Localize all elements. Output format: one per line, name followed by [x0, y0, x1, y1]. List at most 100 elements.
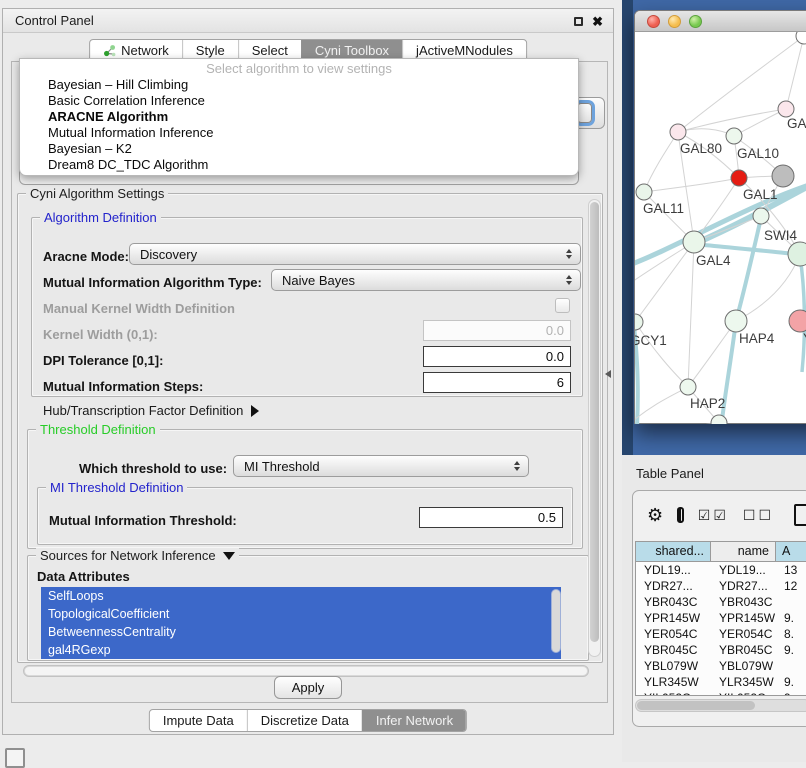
table-cell: 13: [776, 562, 806, 578]
close-icon[interactable]: ✖: [592, 15, 603, 28]
table-column-header[interactable]: A: [776, 542, 806, 561]
hub-tf-definition-expander[interactable]: Hub/Transcription Factor Definition: [43, 403, 259, 418]
mi-steps-field[interactable]: 6: [423, 372, 571, 393]
node-label: GAL80: [680, 141, 722, 156]
float-window-icon[interactable]: [574, 17, 583, 26]
attribute-list-scrollbar[interactable]: [551, 589, 561, 653]
data-attributes-list[interactable]: SelfLoopsTopologicalCoefficientBetweenne…: [41, 587, 561, 659]
node-label: GAL1: [743, 187, 778, 202]
network-node-gal1[interactable]: [731, 170, 747, 186]
aracne-mode-value: Discovery: [140, 247, 197, 262]
mi-threshold-definition-title: MI Threshold Definition: [46, 480, 187, 495]
table-cell: [776, 658, 806, 674]
deselect-all-checkboxes-icon[interactable]: ☐☐: [743, 508, 774, 522]
table-cell: YLR345W: [636, 674, 711, 690]
network-node-gal4[interactable]: [683, 231, 705, 253]
mi-type-combobox[interactable]: Naive Bayes: [271, 269, 581, 291]
network-node-gcy1[interactable]: [635, 314, 643, 330]
scrollbar-thumb[interactable]: [25, 667, 587, 675]
column-layout-icon[interactable]: [677, 507, 684, 523]
table-panel-window: ⚙ ☑☑ ☐☐ shared...nameA YDL19...YDL19...1…: [632, 490, 806, 727]
table-row[interactable]: YIL052CYIL052C9: [636, 690, 806, 696]
hub-tf-definition-label: Hub/Transcription Factor Definition: [43, 403, 243, 418]
dropdown-item[interactable]: Mutual Information Inference: [20, 125, 578, 141]
table-cell: YBL079W: [636, 658, 711, 674]
mac-close-icon[interactable]: [647, 15, 660, 28]
panel-divider-collapse-icon[interactable]: [605, 370, 611, 378]
tab-infer-network[interactable]: Infer Network: [362, 710, 466, 731]
select-all-checkboxes-icon[interactable]: ☑☑: [698, 508, 729, 522]
attribute-list-item-selected[interactable]: SelfLoops: [41, 587, 561, 605]
tab-label: Network: [121, 43, 169, 58]
dropdown-item[interactable]: ARACNE Algorithm: [20, 109, 578, 125]
network-node-hap2[interactable]: [680, 379, 696, 395]
tab-label: Cyni Toolbox: [315, 43, 389, 58]
table-cell: YPR145W: [636, 610, 711, 626]
network-node-y[interactable]: [789, 310, 806, 332]
settings-gear-icon[interactable]: ⚙: [647, 506, 663, 524]
table-cell: YBL079W: [711, 658, 776, 674]
table-horizontal-scrollbar[interactable]: [635, 699, 806, 712]
node-table[interactable]: shared...nameA YDL19...YDL19...13YDR27..…: [635, 541, 806, 696]
dropdown-item[interactable]: Basic Correlation Inference: [20, 93, 578, 109]
mac-minimize-icon[interactable]: [668, 15, 681, 28]
network-node[interactable]: [772, 165, 794, 187]
tab-discretize-data[interactable]: Discretize Data: [247, 710, 362, 731]
network-node-gal80[interactable]: [670, 124, 686, 140]
table-row[interactable]: YBR043CYBR043C: [636, 594, 806, 610]
table-row[interactable]: YBL079WYBL079W: [636, 658, 806, 674]
network-canvas[interactable]: GALGAL80GAL10GAL1GAL11SWI4GAL4GCY1HAP4YH…: [635, 32, 806, 424]
apply-button[interactable]: Apply: [274, 676, 342, 699]
table-cell: YBR045C: [636, 642, 711, 658]
table-column-header[interactable]: shared...: [636, 542, 711, 561]
network-node-gal11[interactable]: [636, 184, 652, 200]
mi-threshold-field[interactable]: 0.5: [419, 507, 563, 528]
table-row[interactable]: YDR27...YDR27...12: [636, 578, 806, 594]
desktop-shade: [622, 0, 633, 455]
kernel-width-field[interactable]: 0.0: [423, 320, 571, 341]
which-threshold-combobox[interactable]: MI Threshold: [233, 455, 529, 477]
mi-threshold-label: Mutual Information Threshold:: [49, 513, 237, 528]
mac-zoom-icon[interactable]: [689, 15, 702, 28]
network-node-hap4[interactable]: [725, 310, 747, 332]
tab-impute-data[interactable]: Impute Data: [150, 710, 247, 731]
kernel-width-label: Kernel Width (0,1):: [43, 327, 158, 342]
data-attributes-label: Data Attributes: [37, 569, 130, 584]
expander-expanded-icon: [223, 552, 235, 560]
tab-label: Style: [196, 43, 225, 58]
network-node-swi4[interactable]: [753, 208, 769, 224]
scrollbar-thumb[interactable]: [637, 701, 755, 710]
table-row[interactable]: YDL19...YDL19...13: [636, 562, 806, 578]
manual-kernel-checkbox[interactable]: [555, 298, 570, 313]
aracne-mode-combobox[interactable]: Discovery: [129, 243, 581, 265]
mi-type-value: Naive Bayes: [282, 273, 355, 288]
network-node-gal[interactable]: [778, 101, 794, 117]
dropdown-item[interactable]: Bayesian – K2: [20, 141, 578, 157]
dpi-tolerance-field[interactable]: 0.0: [423, 346, 571, 367]
network-node[interactable]: [788, 242, 806, 266]
dropdown-item[interactable]: Bayesian – Hill Climbing: [20, 77, 578, 93]
table-row[interactable]: YPR145WYPR145W9.: [636, 610, 806, 626]
cyni-bottom-tabbar: Impute DataDiscretize DataInfer Network: [149, 709, 467, 732]
new-document-icon[interactable]: [794, 504, 806, 526]
sources-group-title: Sources for Network Inference: [40, 548, 216, 563]
table-cell: YLR345W: [711, 674, 776, 690]
table-cell: YDL19...: [711, 562, 776, 578]
attribute-list-item-selected[interactable]: gal4RGexp: [41, 641, 561, 659]
table-row[interactable]: YBR045CYBR045C9.: [636, 642, 806, 658]
attribute-list-item-selected[interactable]: TopologicalCoefficient: [41, 605, 561, 623]
dropdown-item[interactable]: Dream8 DC_TDC Algorithm: [20, 157, 578, 173]
node-label: HAP4: [739, 331, 775, 346]
table-column-header[interactable]: name: [711, 542, 776, 561]
scrollbar-thumb[interactable]: [590, 202, 599, 642]
table-row[interactable]: YLR345WYLR345W9.: [636, 674, 806, 690]
attribute-list-item-selected[interactable]: BetweennessCentrality: [41, 623, 561, 641]
network-node[interactable]: [796, 32, 806, 44]
mi-type-label: Mutual Information Algorithm Type:: [43, 275, 262, 290]
sources-group-header[interactable]: Sources for Network Inference: [36, 548, 239, 563]
table-row[interactable]: YER054CYER054C8.: [636, 626, 806, 642]
table-cell: YPR145W: [711, 610, 776, 626]
tab-label: jActiveMNodules: [416, 43, 513, 58]
network-node-gal10[interactable]: [726, 128, 742, 144]
settings-vertical-scrollbar[interactable]: [588, 199, 601, 657]
